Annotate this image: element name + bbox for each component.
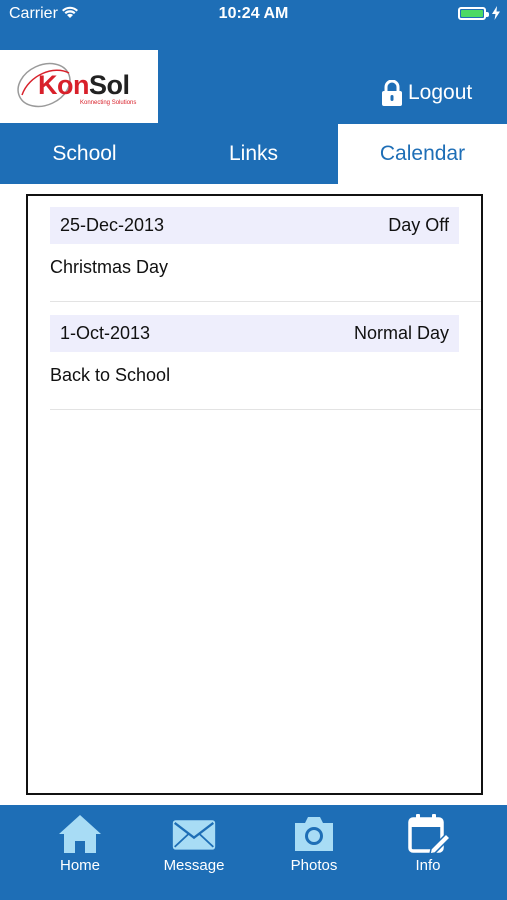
nav-message[interactable]: Message [134,805,254,900]
logout-button[interactable]: Logout [380,76,500,110]
tab-calendar[interactable]: Calendar [338,124,507,184]
event-date: 25-Dec-2013 [60,215,165,235]
logo-tagline: Konnecting Solutions [80,100,137,106]
nav-photos[interactable]: Photos [254,805,374,900]
battery-icon [458,7,489,20]
home-icon [59,815,101,853]
calendar-event[interactable]: 25-Dec-2013 Day Off Christmas Day [50,207,481,302]
nav-message-label: Message [163,857,225,874]
event-header: 25-Dec-2013 Day Off [50,207,459,244]
event-date: 1-Oct-2013 [60,323,151,343]
logout-label: Logout [408,81,473,104]
app-header: Carrier 10:24 AM KonSol Konnecting Solut… [0,0,507,184]
nav-info[interactable]: Info [368,805,488,900]
nav-info-label: Info [415,857,441,874]
calendar-event[interactable]: 1-Oct-2013 Normal Day Back to School [50,315,481,410]
konsol-logo: KonSol Konnecting Solutions [0,50,158,123]
calendar-list[interactable]: 25-Dec-2013 Day Off Christmas Day 1-Oct-… [26,194,483,795]
status-time: 10:24 AM [218,5,289,22]
camera-icon [295,817,333,851]
envelope-icon [172,820,216,850]
event-title: Christmas Day [50,257,169,277]
event-type: Normal Day [353,323,449,343]
tab-school[interactable]: School [0,124,169,184]
nav-home[interactable]: Home [20,805,140,900]
tab-links[interactable]: Links [169,124,338,184]
tab-bar: School Links Calendar [0,124,507,184]
lock-icon [382,80,402,106]
nav-home-label: Home [59,857,100,874]
event-header: 1-Oct-2013 Normal Day [50,315,459,352]
logo-wordmark: KonSol [38,70,130,100]
event-type: Day Off [388,215,449,235]
nav-photos-label: Photos [290,857,338,874]
calendar-edit-icon [408,814,451,855]
charging-icon [492,6,500,20]
event-title: Back to School [50,365,171,385]
bottom-nav: Home Message Photos Info [0,805,507,900]
status-bar: Carrier 10:24 AM [0,0,507,28]
